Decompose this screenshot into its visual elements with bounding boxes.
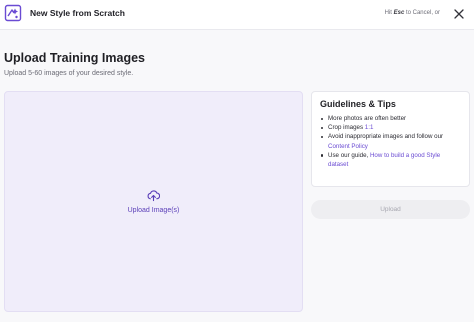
page-subtitle: Upload 5-60 images of your desired style…	[4, 70, 134, 77]
tip-text: Avoid inappropriate images and follow ou…	[328, 133, 444, 141]
tips-list: More photos are often better Crop images…	[320, 114, 461, 169]
upload-label: Upload Image(s)	[127, 207, 180, 214]
page-title: Upload Training Images	[4, 51, 145, 65]
close-icon	[454, 9, 464, 19]
hint-suffix: to Cancel, or	[405, 10, 440, 16]
tip-text: Crop images	[328, 124, 365, 132]
list-item: Use our guide, How to build a good Style…	[320, 151, 461, 169]
style-logo-icon	[4, 4, 22, 22]
tip-text: Use our guide,	[328, 151, 370, 159]
guidelines-card: Guidelines & Tips More photos are often …	[311, 91, 470, 187]
upload-button[interactable]: Upload	[311, 200, 470, 219]
list-item: More photos are often better	[320, 114, 461, 123]
content-policy-link[interactable]: Content Policy	[328, 143, 368, 150]
upload-cloud-icon	[147, 190, 160, 202]
list-item: Avoid inappropriate images and follow ou…	[320, 132, 461, 150]
hint-key: Esc	[393, 10, 405, 16]
guidelines-title: Guidelines & Tips	[320, 99, 396, 109]
header: New Style from Scratch Hit Esc to Cancel…	[0, 0, 474, 30]
hint-prefix: Hit	[384, 10, 392, 16]
close-button[interactable]	[449, 4, 469, 24]
window-title: New Style from Scratch	[30, 8, 125, 18]
upload-dropzone[interactable]: Upload Image(s)	[4, 91, 303, 312]
aspect-ratio-link[interactable]: 1:1	[365, 124, 374, 131]
list-item: Crop images 1:1	[320, 123, 461, 132]
tip-text: More photos are often better	[328, 115, 407, 122]
cancel-hint: Hit Esc to Cancel, or	[385, 10, 440, 16]
